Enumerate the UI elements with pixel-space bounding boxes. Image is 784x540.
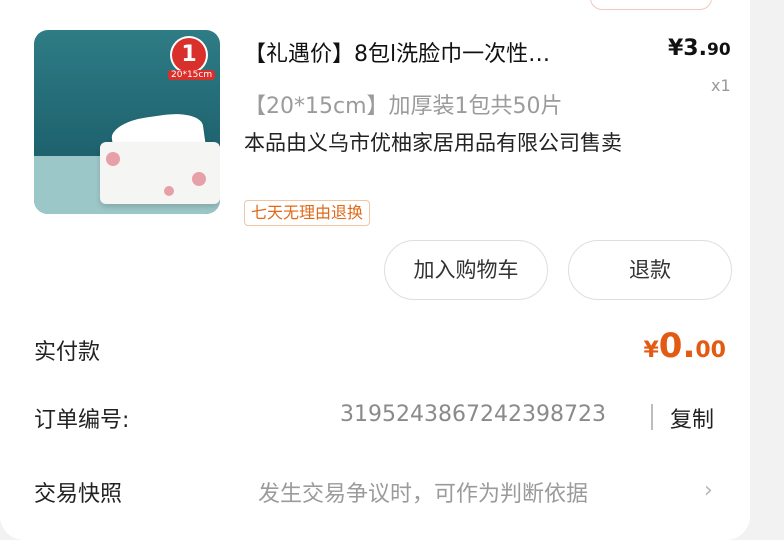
product-price: ¥3.90 — [668, 36, 731, 61]
order-number-label: 订单编号: — [34, 408, 130, 433]
order-number-value: 3195243867242398723 — [340, 402, 606, 427]
currency-symbol: ¥ — [643, 338, 659, 363]
box-decoration — [164, 186, 174, 196]
add-to-cart-button[interactable]: 加入购物车 — [384, 240, 548, 300]
amount-cents: 00 — [695, 338, 726, 363]
price-cents: 90 — [706, 40, 731, 60]
product-spec: 【20*15cm】加厚装1包共50片 — [244, 94, 563, 119]
price-main: ¥3. — [668, 36, 707, 61]
refund-button[interactable]: 退款 — [568, 240, 732, 300]
size-badge: 20*15cm — [168, 70, 216, 80]
divider — [651, 404, 653, 430]
box-decoration — [106, 152, 120, 166]
top-pill-button[interactable] — [590, 0, 712, 10]
chevron-right-icon[interactable]: › — [704, 478, 713, 503]
quantity-badge: 1 — [172, 38, 206, 72]
paid-amount-value: ¥0.00 — [643, 326, 726, 366]
product-title[interactable]: 【礼遇价】8包l洗脸巾一次性… — [244, 36, 644, 68]
box-decoration — [192, 172, 206, 186]
product-thumbnail[interactable]: 1 20*15cm — [34, 30, 220, 214]
return-policy-badge: 七天无理由退换 — [244, 200, 371, 226]
paid-amount-label: 实付款 — [34, 340, 101, 365]
trade-snapshot-hint[interactable]: 发生交易争议时，可作为判断依据 — [258, 476, 588, 508]
amount-main: 0. — [658, 326, 696, 366]
seller-info: 本品由义乌市优柚家居用品有限公司售卖 — [244, 131, 622, 155]
trade-snapshot-label[interactable]: 交易快照 — [34, 476, 122, 508]
copy-order-number-button[interactable]: 复制 — [670, 402, 714, 434]
thumbnail-tissue-box — [100, 142, 220, 204]
product-quantity: x1 — [711, 76, 731, 95]
